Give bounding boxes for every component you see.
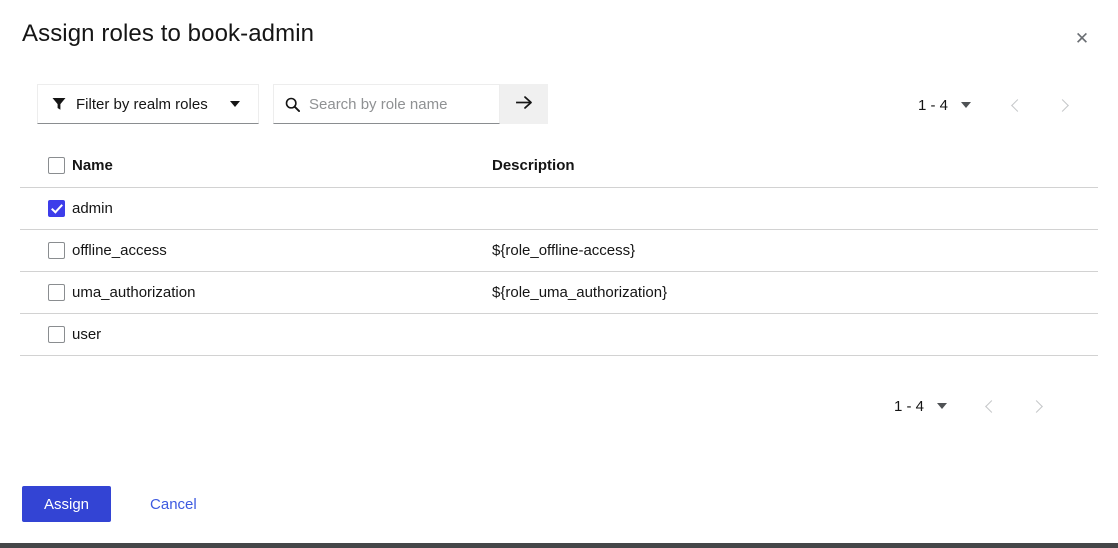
next-page-button-top[interactable] bbox=[1046, 88, 1082, 122]
role-name: user bbox=[72, 325, 102, 343]
select-all-cell bbox=[20, 145, 72, 188]
chevron-left-icon bbox=[1011, 98, 1024, 112]
row-name-cell: user bbox=[72, 313, 492, 356]
search-submit-button[interactable] bbox=[500, 84, 548, 124]
role-name: admin bbox=[72, 199, 113, 217]
assign-button[interactable]: Assign bbox=[22, 486, 112, 522]
dialog-header: Assign roles to book-admin ✕ bbox=[0, 0, 1118, 70]
table-row: uma_authorization ${role_uma_authorizati… bbox=[20, 271, 1098, 314]
funnel-icon bbox=[52, 97, 66, 111]
row-description-cell bbox=[492, 187, 1098, 230]
filter-by-realm-roles-select[interactable]: Filter by realm roles bbox=[37, 84, 259, 124]
role-description: ${role_uma_authorization} bbox=[492, 283, 668, 301]
column-header-description: Description bbox=[492, 145, 1098, 188]
bottom-status-bar bbox=[0, 543, 1118, 548]
row-description-cell: ${role_uma_authorization} bbox=[492, 271, 1098, 314]
chevron-right-icon bbox=[1030, 399, 1043, 413]
row-checkbox[interactable] bbox=[48, 241, 65, 259]
previous-page-button-top[interactable] bbox=[998, 88, 1034, 122]
close-icon[interactable]: ✕ bbox=[1064, 21, 1100, 57]
pagination-top: 1 - 4 bbox=[918, 88, 1082, 122]
dialog-footer: Assign Cancel bbox=[22, 486, 213, 522]
role-name: uma_authorization bbox=[72, 283, 196, 301]
row-select-cell bbox=[20, 229, 72, 272]
row-checkbox[interactable] bbox=[48, 283, 65, 301]
cancel-button[interactable]: Cancel bbox=[134, 486, 213, 522]
roles-table: Name Description admin offline_access ${… bbox=[20, 145, 1098, 356]
page-title: Assign roles to book-admin bbox=[22, 20, 315, 47]
per-page-chevron-down-icon[interactable] bbox=[937, 403, 947, 409]
row-name-cell: admin bbox=[72, 187, 492, 230]
row-select-cell bbox=[20, 313, 72, 356]
arrow-right-icon bbox=[515, 95, 534, 113]
row-name-cell: offline_access bbox=[72, 229, 492, 272]
filter-label: Filter by realm roles bbox=[76, 95, 208, 113]
next-page-button-bottom[interactable] bbox=[1020, 389, 1056, 423]
table-row: admin bbox=[20, 187, 1098, 230]
row-select-cell bbox=[20, 271, 72, 314]
chevron-left-icon bbox=[985, 399, 998, 413]
role-name: offline_access bbox=[72, 241, 167, 259]
previous-page-button-bottom[interactable] bbox=[972, 389, 1008, 423]
row-name-cell: uma_authorization bbox=[72, 271, 492, 314]
role-description: ${role_offline-access} bbox=[492, 241, 636, 259]
table-row: user bbox=[20, 313, 1098, 356]
pagination-bottom: 1 - 4 bbox=[894, 389, 1056, 423]
per-page-chevron-down-icon[interactable] bbox=[961, 102, 971, 108]
row-checkbox[interactable] bbox=[48, 199, 65, 217]
chevron-down-icon bbox=[230, 101, 240, 107]
row-checkbox[interactable] bbox=[48, 325, 65, 343]
table-row: offline_access ${role_offline-access} bbox=[20, 229, 1098, 272]
search-icon bbox=[285, 97, 300, 112]
column-header-description-label: Description bbox=[492, 157, 575, 174]
chevron-right-icon bbox=[1056, 98, 1069, 112]
search-box bbox=[273, 84, 500, 124]
select-all-checkbox[interactable] bbox=[48, 157, 65, 175]
page-range-bottom: 1 - 4 bbox=[893, 397, 924, 415]
assign-roles-dialog: Assign roles to book-admin ✕ Filter by r… bbox=[0, 0, 1118, 543]
table-header-row: Name Description bbox=[20, 145, 1098, 188]
page-range-top: 1 - 4 bbox=[917, 96, 948, 114]
row-select-cell bbox=[20, 187, 72, 230]
column-header-name: Name bbox=[72, 145, 492, 188]
column-header-name-label: Name bbox=[72, 157, 113, 174]
search-input[interactable] bbox=[309, 93, 484, 115]
row-description-cell: ${role_offline-access} bbox=[492, 229, 1098, 272]
row-description-cell bbox=[492, 313, 1098, 356]
search-group bbox=[273, 84, 548, 124]
